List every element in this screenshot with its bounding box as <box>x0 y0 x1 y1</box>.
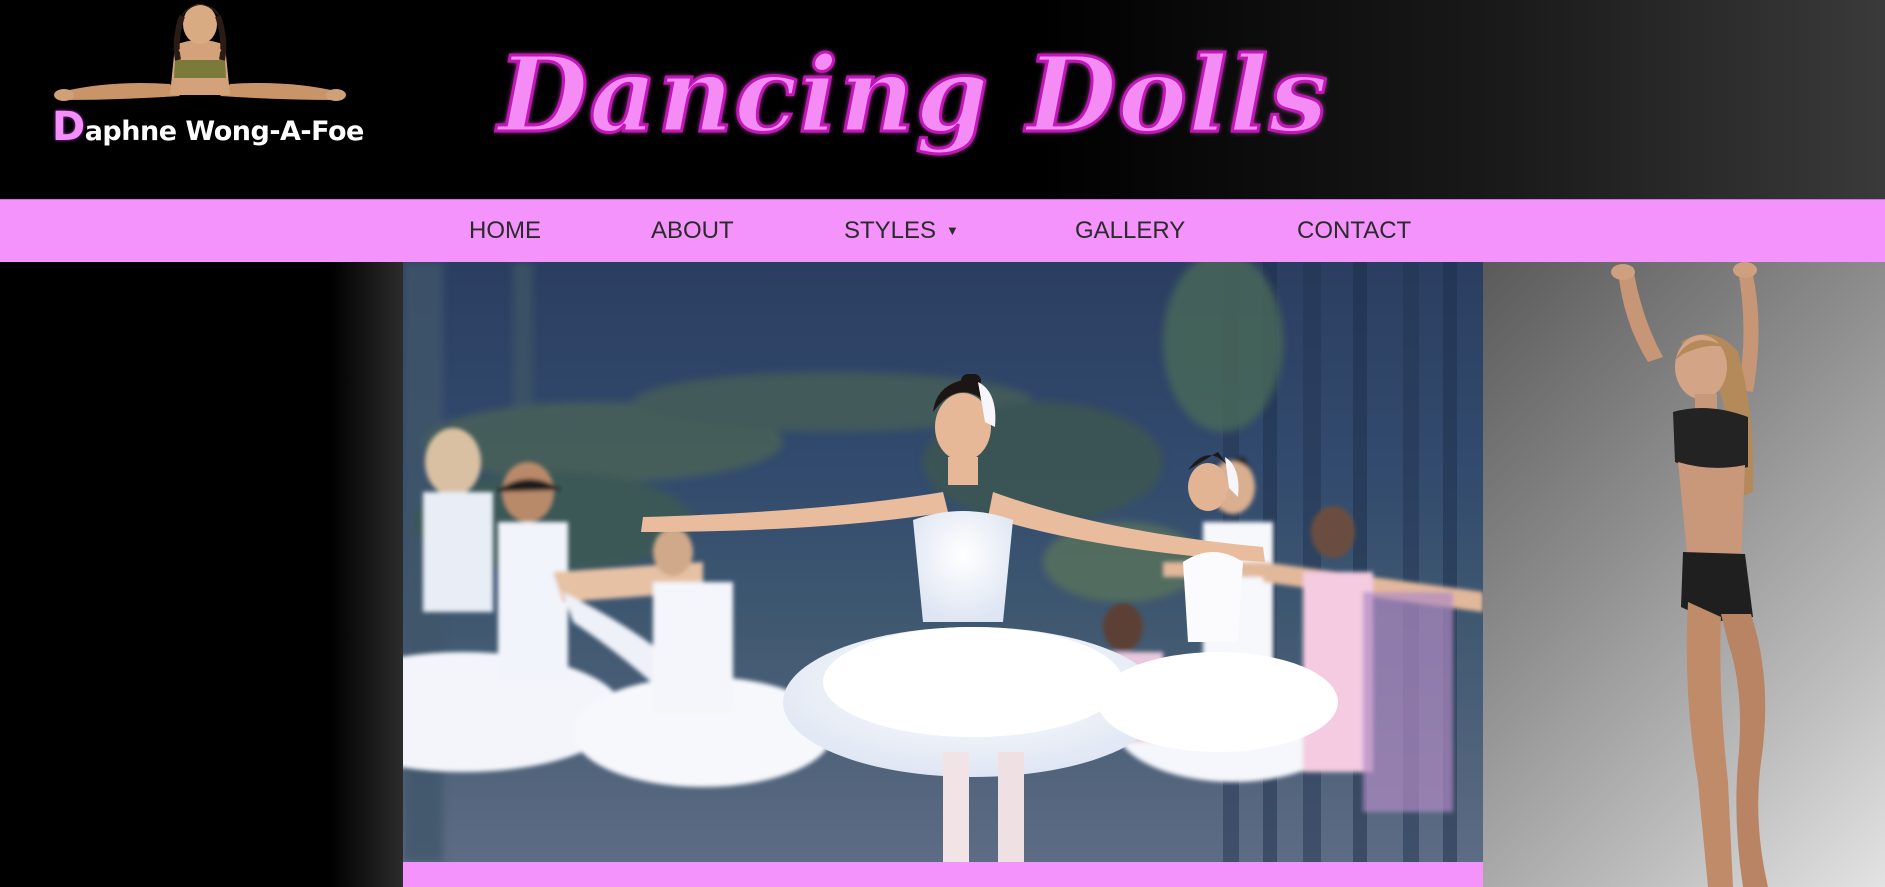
nav-about-label: ABOUT <box>651 217 734 244</box>
hero-ballet-image <box>403 262 1483 862</box>
nav-gallery-label: GALLERY <box>1075 217 1186 244</box>
hero-ballet-illustration <box>403 262 1483 862</box>
hero-caption-bar <box>403 862 1483 887</box>
brand-title: Dancing Dolls <box>497 32 1330 158</box>
nav-gallery[interactable]: GALLERY <box>1075 200 1185 263</box>
caret-down-icon: ▼ <box>946 223 959 238</box>
nav-contact-label: CONTACT <box>1297 217 1412 244</box>
logo-name-rest: aphne Wong-A-Foe <box>84 116 365 147</box>
nav-contact[interactable]: CONTACT <box>1297 200 1411 263</box>
left-spacer <box>0 262 403 887</box>
side-dancer-illustration <box>1611 262 1768 887</box>
logo-name: Daphne Wong-A-Foe <box>52 104 364 150</box>
nav-styles-label: STYLES <box>844 217 937 244</box>
nav-styles-dropdown[interactable]: STYLES ▼ <box>844 200 959 263</box>
logo-initial: D <box>52 104 85 150</box>
main-content <box>0 262 1885 887</box>
nav-home[interactable]: HOME <box>469 200 541 263</box>
site-logo[interactable]: Daphne Wong-A-Foe <box>40 0 364 160</box>
main-nav: HOME ABOUT STYLES ▼ GALLERY CONTACT <box>0 199 1885 262</box>
nav-about[interactable]: ABOUT <box>651 200 734 263</box>
site-header: Daphne Wong-A-Foe Dancing Dolls <box>0 0 1885 199</box>
side-dancer-image <box>1483 262 1885 887</box>
nav-home-label: HOME <box>469 217 541 244</box>
